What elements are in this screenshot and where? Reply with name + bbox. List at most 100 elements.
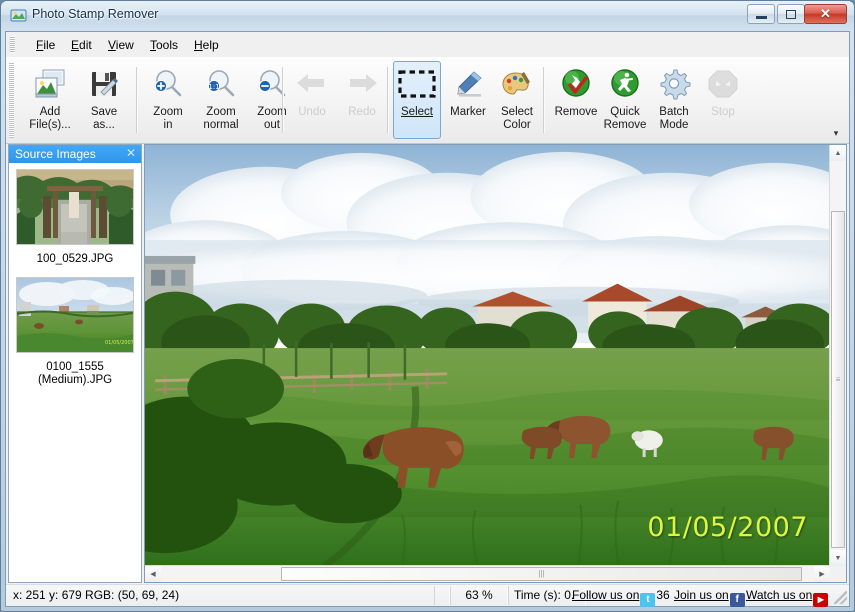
scroll-down-button[interactable]: ▼ [830, 550, 846, 566]
marker-button[interactable]: Marker [444, 61, 492, 139]
garden-pergola-thumb[interactable] [16, 169, 134, 245]
follow-us-label: Follow us on [572, 588, 639, 602]
canvas-vertical-scrollbar[interactable]: ▲ ≡ ▼ [829, 145, 846, 566]
zoom-normal-button[interactable]: 1:1 Zoom normal [194, 61, 248, 139]
canvas-horizontal-scrollbar[interactable]: ◀ ||| ▶ [145, 565, 830, 582]
toolbar-overflow-chevron-down-icon[interactable]: ▾ [829, 127, 843, 139]
zoom-in-icon [145, 62, 191, 106]
zoom-normal-label: Zoom normal [195, 106, 247, 131]
list-item-caption: 100_0529.JPG [13, 253, 137, 267]
quick-remove-runner-icon [599, 62, 651, 106]
batch-gear-icon [648, 62, 700, 106]
add-files-button[interactable]: Add File(s)... [23, 61, 77, 139]
close-icon[interactable]: ✕ [126, 146, 136, 161]
marker-label: Marker [445, 106, 491, 119]
zoom-in-button[interactable]: Zoom in [144, 61, 192, 139]
close-icon: ✕ [805, 5, 846, 23]
scroll-left-button[interactable]: ◀ [145, 566, 161, 582]
facebook-icon[interactable]: f [730, 593, 745, 607]
source-images-list[interactable]: 100_0529.JPG [9, 163, 141, 582]
batch-mode-label: Batch Mode [648, 106, 700, 131]
minimize-icon [748, 5, 774, 23]
twitter-icon[interactable]: t [640, 593, 655, 607]
save-as-button[interactable]: Save as... [77, 61, 131, 139]
remove-button[interactable]: Remove [549, 61, 603, 139]
follow-us-twitter-link[interactable]: Follow us ont36 [572, 586, 670, 605]
menu-item-edit[interactable]: Edit [63, 36, 100, 54]
window-title: Photo Stamp Remover [32, 7, 158, 21]
menu-item-help[interactable]: Help [186, 36, 227, 54]
add-files-icon [24, 62, 76, 106]
stop-octagon-icon [700, 62, 746, 106]
select-color-label: Select Color [494, 106, 540, 131]
list-item-caption: 0100_1555 (Medium).JPG [13, 361, 137, 388]
zoom-normal-icon: 1:1 [195, 62, 247, 106]
close-button[interactable]: ✕ [804, 4, 847, 24]
zoom-in-label: Zoom in [145, 106, 191, 131]
menu-item-tools[interactable]: Tools [142, 36, 186, 54]
scroll-thumb-grip: ||| [538, 570, 544, 578]
watch-us-youtube-link[interactable]: Watch us on▶ [746, 586, 829, 605]
vertical-scroll-thumb[interactable]: ≡ [831, 211, 845, 548]
menu-item-view[interactable]: View [100, 36, 142, 54]
list-item[interactable]: 01/05/2007 0100_1555 (Medium).JPG [9, 277, 141, 388]
main-toolbar: Add File(s)... Save as... [6, 57, 849, 144]
undo-button[interactable]: Undo [288, 61, 336, 139]
zoom-level-status: 63 % [450, 586, 508, 605]
quick-remove-button[interactable]: Quick Remove [598, 61, 652, 139]
scroll-thumb-grip: ≡ [836, 376, 841, 384]
rice-field-with-cattle[interactable] [145, 145, 830, 566]
list-item[interactable]: 100_0529.JPG [9, 169, 141, 267]
redo-arrow-icon [339, 62, 385, 106]
status-bar: x: 251 y: 679 RGB: (50, 69, 24) 63 % Tim… [6, 584, 849, 606]
source-images-header: Source Images ✕ [9, 145, 141, 163]
scrollbar-corner [830, 566, 846, 582]
date-stamp-overlay: 01/05/2007 [647, 512, 808, 543]
window-client-area: File Edit View Tools Help [5, 31, 850, 607]
minimize-button[interactable] [747, 4, 775, 24]
quick-remove-label: Quick Remove [599, 106, 651, 131]
twitter-follower-count: 36 [656, 588, 669, 602]
batch-mode-button[interactable]: Batch Mode [647, 61, 701, 139]
stop-button[interactable]: Stop [699, 61, 747, 139]
horizontal-scroll-thumb[interactable]: ||| [281, 567, 802, 581]
cursor-position-status: x: 251 y: 679 RGB: (50, 69, 24) [8, 586, 248, 605]
remove-check-icon [550, 62, 602, 106]
youtube-icon[interactable]: ▶ [813, 593, 828, 607]
restore-icon [778, 5, 804, 23]
stop-label: Stop [700, 106, 746, 119]
watch-us-label: Watch us on [746, 588, 812, 602]
menu-item-file[interactable]: File [28, 36, 63, 54]
scroll-up-button[interactable]: ▲ [830, 145, 846, 161]
redo-button[interactable]: Redo [338, 61, 386, 139]
join-us-facebook-link[interactable]: Join us onf [674, 586, 746, 605]
svg-text:1:1: 1:1 [208, 83, 219, 91]
menu-bar: File Edit View Tools Help [6, 32, 849, 58]
select-label: Select [394, 106, 440, 119]
undo-label: Undo [289, 106, 335, 119]
remove-label: Remove [550, 106, 602, 119]
content-area: Source Images ✕ [6, 144, 849, 585]
color-palette-icon [494, 62, 540, 106]
select-color-button[interactable]: Select Color [493, 61, 541, 139]
add-files-label: Add File(s)... [24, 106, 76, 131]
status-spacer-cell [434, 586, 450, 605]
window-resize-grip[interactable] [834, 591, 847, 604]
application-window: Photo Stamp Remover ✕ File Edit View Too… [0, 0, 855, 612]
toolbar-grip[interactable] [9, 62, 14, 138]
source-images-title: Source Images [15, 147, 96, 161]
rice-field-thumb[interactable]: 01/05/2007 [16, 277, 134, 353]
menu-grip[interactable] [9, 36, 15, 53]
title-bar: Photo Stamp Remover ✕ [1, 1, 854, 31]
image-canvas-panel: 01/05/2007 ▲ ≡ ▼ ◀ ||| ▶ [144, 144, 847, 583]
source-images-panel: Source Images ✕ [8, 144, 142, 583]
svg-text:01/05/2007: 01/05/2007 [105, 340, 133, 346]
join-us-label: Join us on [674, 588, 729, 602]
save-as-label: Save as... [78, 106, 130, 131]
select-button[interactable]: Select [393, 61, 441, 139]
maximize-button[interactable] [777, 4, 805, 24]
save-as-icon [78, 62, 130, 106]
image-viewport[interactable]: 01/05/2007 [145, 145, 830, 566]
scroll-right-button[interactable]: ▶ [814, 566, 830, 582]
marker-pen-icon [445, 62, 491, 106]
